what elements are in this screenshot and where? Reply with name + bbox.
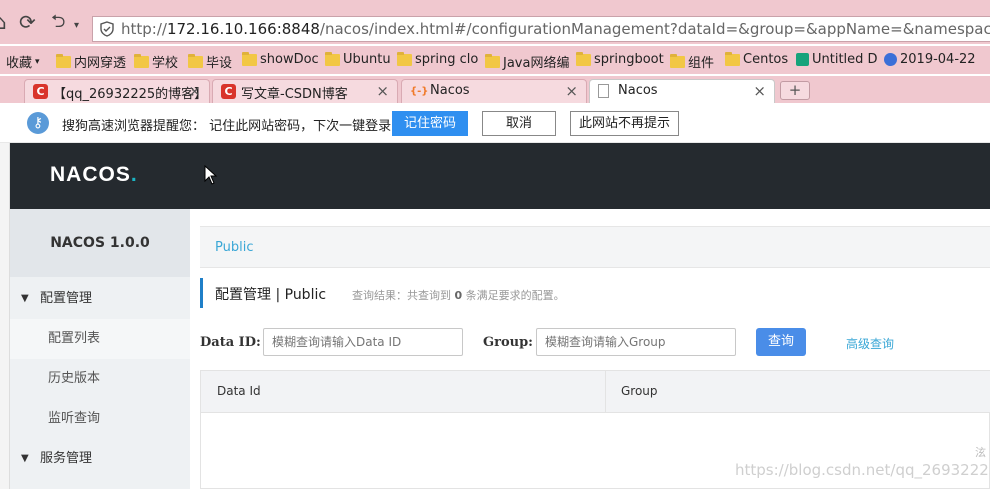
bookmark-folder[interactable]: 组件	[670, 52, 714, 71]
query-button[interactable]: 查询	[756, 328, 806, 356]
refresh-icon[interactable]: ⟳	[19, 12, 36, 32]
close-icon[interactable]: ×	[376, 82, 389, 100]
back-dropdown-icon[interactable]: ▾	[74, 16, 79, 36]
mouse-cursor-icon	[204, 165, 218, 185]
security-shield-icon	[100, 21, 114, 37]
column-header-data-id[interactable]: Data Id	[217, 384, 261, 398]
clipped-text: 泫	[975, 446, 986, 459]
bookmark-folder[interactable]: 内网穿透	[56, 52, 126, 71]
browser-toolbar: ⌂ ⟳ ⮌ ▾ http://172.16.10.166:8848/nacos/…	[0, 0, 990, 44]
page-title-row: 配置管理 | Public 查询结果：共查询到 0 条满足要求的配置。	[200, 278, 990, 308]
table-header: Data Id Group	[201, 371, 990, 413]
password-prompt-text: 搜狗高速浏览器提醒您： 记住此网站密码，下次一键登录!	[62, 119, 397, 134]
new-tab-button[interactable]: +	[780, 81, 810, 100]
bookmark-folder[interactable]: Centos	[725, 51, 788, 67]
folder-icon	[242, 51, 257, 66]
bookmark-folder[interactable]: spring clo	[397, 51, 478, 67]
query-result-text: 查询结果：共查询到 0 条满足要求的配置。	[352, 289, 565, 302]
page-title: 配置管理 | Public	[215, 287, 327, 303]
folder-icon	[56, 53, 71, 68]
advanced-query-link[interactable]: 高级查询	[846, 335, 894, 352]
folder-icon	[725, 51, 740, 66]
folder-icon	[576, 51, 591, 66]
folder-icon	[397, 51, 412, 66]
app-header: NACOS.	[10, 143, 990, 209]
back-icon[interactable]: ⮌	[51, 12, 65, 32]
bookmark-folder[interactable]: springboot	[576, 51, 664, 67]
tab-strip: C 【qq_26932225的博客】 × C 写文章-CSDN博客 × {-} …	[0, 76, 990, 103]
bookmark-folder[interactable]: Java网络编	[485, 52, 569, 71]
close-icon[interactable]: ×	[565, 82, 578, 100]
page-icon	[796, 53, 809, 66]
nacos-logo[interactable]: NACOS.	[50, 163, 138, 187]
key-icon: ⚷	[27, 112, 49, 134]
bookmarks-bar: 收藏 ▾ 内网穿透 学校 毕设 showDoc Ubuntu spring clo…	[0, 46, 990, 74]
password-prompt-bar: ⚷ 搜狗高速浏览器提醒您： 记住此网站密码，下次一键登录! 记住密码 取消 此网…	[0, 103, 990, 143]
main-content: Public 配置管理 | Public 查询结果：共查询到 0 条满足要求的配…	[190, 209, 990, 489]
page-left-edge	[0, 143, 10, 489]
folder-icon	[485, 53, 500, 68]
csdn-icon: C	[33, 84, 48, 99]
caret-down-icon: ▼	[21, 453, 29, 464]
app-icon	[884, 53, 897, 66]
tab-nacos-1[interactable]: {-} Nacos ×	[401, 79, 587, 103]
folder-icon	[134, 53, 149, 68]
version-title: NACOS 1.0.0	[10, 209, 190, 277]
nacos-icon: {-}	[410, 86, 429, 97]
column-divider	[605, 371, 606, 413]
bookmark-folder[interactable]: 毕设	[188, 52, 232, 71]
close-icon[interactable]: ×	[753, 82, 766, 100]
group-label: Group:	[483, 335, 533, 350]
sidebar-group-config[interactable]: ▼ 配置管理	[10, 279, 190, 319]
watermark: https://blog.csdn.net/qq_26932225	[735, 461, 990, 479]
home-icon[interactable]: ⌂	[0, 12, 7, 32]
folder-icon	[325, 51, 340, 66]
sidebar-group-service[interactable]: ▼ 服务管理	[10, 439, 190, 479]
remember-password-button[interactable]: 记住密码	[392, 111, 468, 136]
tab-blog[interactable]: C 【qq_26932225的博客】 ×	[24, 79, 210, 103]
close-icon[interactable]: ×	[188, 82, 201, 100]
sidebar-item-listener[interactable]: 监听查询	[10, 399, 190, 439]
cancel-button[interactable]: 取消	[482, 111, 556, 136]
never-prompt-button[interactable]: 此网站不再提示	[570, 111, 679, 136]
csdn-icon: C	[221, 84, 236, 99]
namespace-bar: Public	[200, 226, 990, 268]
folder-icon	[670, 53, 685, 68]
sidebar-item-config-list[interactable]: 配置列表	[10, 319, 190, 359]
bookmark-folder[interactable]: showDoc	[242, 51, 319, 67]
page-icon	[598, 84, 609, 98]
namespace-public-link[interactable]: Public	[215, 240, 253, 255]
column-header-group[interactable]: Group	[621, 384, 658, 398]
bookmark-date[interactable]: 2019-04-22	[884, 52, 976, 67]
group-input[interactable]	[536, 328, 736, 356]
url-text: http://172.16.10.166:8848/nacos/index.ht…	[121, 20, 990, 38]
bookmark-folder[interactable]: Ubuntu	[325, 51, 391, 67]
sidebar-item-history[interactable]: 历史版本	[10, 359, 190, 399]
folder-icon	[188, 53, 203, 68]
sidebar: NACOS 1.0.0 ▼ 配置管理 配置列表 历史版本 监听查询 ▼ 服务管理	[10, 209, 190, 489]
data-id-input[interactable]	[263, 328, 463, 356]
bookmark-untitled[interactable]: Untitled D	[796, 52, 878, 67]
data-id-label: Data ID:	[200, 335, 261, 350]
bookmark-favorites[interactable]: 收藏 ▾	[6, 52, 40, 71]
address-bar[interactable]: http://172.16.10.166:8848/nacos/index.ht…	[92, 16, 990, 42]
tab-nacos-active[interactable]: Nacos ×	[589, 79, 775, 103]
tab-write-article[interactable]: C 写文章-CSDN博客 ×	[212, 79, 398, 103]
caret-down-icon: ▼	[21, 293, 29, 304]
bookmark-folder[interactable]: 学校	[134, 52, 178, 71]
